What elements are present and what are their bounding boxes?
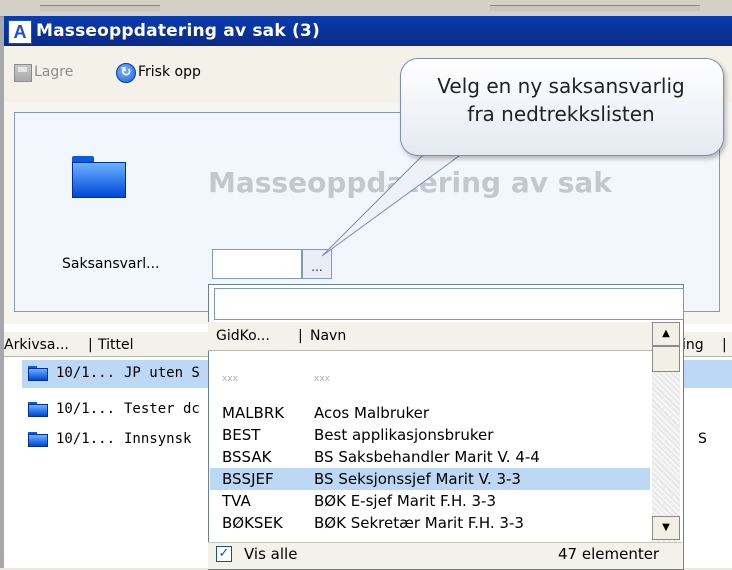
grid-column-separator: |	[88, 337, 93, 353]
item-count: 47 elementer	[558, 545, 660, 563]
folder-icon	[28, 402, 48, 417]
item-name: BØK E-sjef Marit F.H. 3-3	[314, 492, 497, 510]
item-code: xxx	[222, 374, 238, 384]
show-all-checkbox[interactable]: ✓	[216, 546, 232, 562]
row-case-number: 10/1...	[56, 401, 116, 417]
dropdown-column-gidkode[interactable]: GidKo...	[216, 328, 270, 344]
folder-icon	[28, 432, 48, 447]
folder-icon	[72, 156, 126, 198]
refresh-button[interactable]: Frisk opp	[138, 64, 201, 80]
item-code: BSSJEF	[222, 470, 274, 488]
item-name: xxx	[314, 374, 330, 384]
callout-line-1: Velg en ny saksansvarlig	[437, 74, 685, 98]
dropdown-search-input[interactable]	[214, 288, 684, 320]
list-item[interactable]: BEST Best applikasjonsbruker	[210, 424, 650, 446]
list-item[interactable]: TVA BØK E-sjef Marit F.H. 3-3	[210, 490, 650, 512]
folder-icon	[28, 366, 48, 381]
item-name: Acos Malbruker	[314, 404, 430, 422]
row-title: Innsynsk	[124, 431, 192, 447]
dropdown-column-navn[interactable]: Navn	[310, 328, 346, 344]
window-title: Masseoppdatering av sak (3)	[36, 21, 320, 41]
list-item[interactable]: BØKSEK BØK Sekretær Marit F.H. 3-3	[210, 512, 650, 530]
list-item[interactable]: BSSAK BS Saksbehandler Marit V. 4-4	[210, 446, 650, 468]
background-window-strip	[0, 0, 732, 17]
list-item[interactable]: xxx xxx	[210, 368, 650, 390]
save-button[interactable]: Lagre	[34, 64, 73, 80]
item-code: BSSAK	[222, 448, 272, 466]
list-item[interactable]: MALBRK Acos Malbruker	[210, 402, 650, 424]
refresh-icon[interactable]: ↻	[116, 63, 136, 83]
callout-line-2: fra nedtrekkslisten	[467, 102, 655, 126]
item-name: BØK Sekretær Marit F.H. 3-3	[314, 514, 524, 530]
grid-column-ansvarlig[interactable]: ing	[682, 337, 704, 353]
row-case-number: 10/1...	[56, 365, 116, 381]
saksansvarlig-label: Saksansvarl...	[62, 256, 160, 272]
scroll-thumb[interactable]	[652, 346, 680, 372]
background-window-bar	[490, 5, 700, 11]
saksansvarlig-input[interactable]	[212, 249, 302, 279]
item-name: Best applikasjonsbruker	[314, 426, 494, 444]
saksansvarlig-browse-button[interactable]: ...	[302, 249, 332, 279]
item-code: MALBRK	[222, 404, 285, 422]
dropdown-header	[208, 322, 652, 351]
grid-column-tittel[interactable]: Tittel	[98, 337, 134, 353]
grid-column-arkivsak[interactable]: Arkivsa...	[4, 337, 69, 353]
row-responsible: S	[698, 431, 707, 447]
item-code: BØKSEK	[222, 514, 283, 530]
grid-column-separator: |	[722, 337, 727, 353]
background-window-bar	[40, 5, 160, 11]
scroll-up-button[interactable]: ▲	[652, 322, 680, 346]
row-title: JP uten S	[124, 365, 200, 381]
row-title: Tester dc	[124, 401, 200, 417]
callout-text: Velg en ny saksansvarlig fra nedtrekksli…	[400, 72, 722, 128]
item-name: BS Seksjonssjef Marit V. 3-3	[314, 470, 521, 488]
scroll-down-button[interactable]: ▼	[652, 516, 680, 540]
show-all-label[interactable]: Vis alle	[244, 545, 297, 563]
item-name: BS Saksbehandler Marit V. 4-4	[314, 448, 540, 466]
item-code: BEST	[222, 426, 261, 444]
dropdown-column-separator: |	[298, 328, 303, 344]
list-item-selected[interactable]: BSSJEF BS Seksjonssjef Marit V. 3-3	[210, 468, 650, 490]
app-icon: A	[8, 20, 32, 44]
save-icon	[14, 64, 32, 82]
form-heading: Masseoppdatering av sak	[208, 166, 612, 199]
row-case-number: 10/1...	[56, 431, 116, 447]
item-code: TVA	[222, 492, 251, 510]
